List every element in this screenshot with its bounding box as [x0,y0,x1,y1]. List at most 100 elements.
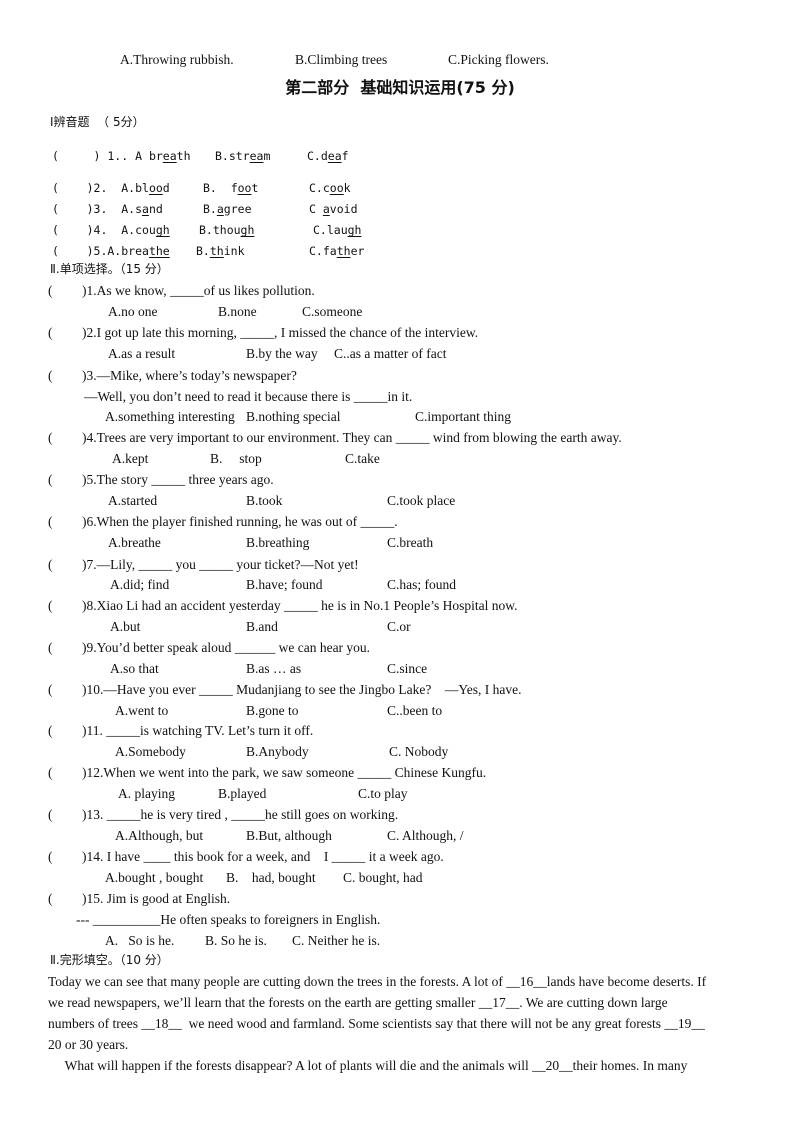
option-a: A.Somebody [115,744,186,759]
option-b-text: B. f [203,181,238,195]
option-a-underlined: a [142,202,149,216]
answer-paren[interactable]: ( [48,283,53,299]
question-stem: )11. _____is watching TV. Let’s turn it … [82,723,314,738]
item-number: ( )4. A.cou [52,223,156,237]
cloze-blank[interactable]: __16__ [506,974,547,989]
option-a: A.breathe [108,535,161,550]
option-b: B.as … as [246,661,302,676]
cloze-line: What will happen if the forests disappea… [48,1058,688,1074]
answer-paren[interactable]: ( [48,723,53,739]
cloze-blank[interactable]: __18__ [141,1016,182,1031]
answer-paren[interactable]: ( [48,430,53,446]
cloze-line: we read newspapers, we’ll learn that the… [48,995,668,1011]
option-a-text: nd [148,202,163,216]
option-a: A. So is he. [105,933,175,948]
answer-paren[interactable]: ( [48,765,53,781]
section3-heading: Ⅱ.完形填空。（10 分） [50,953,169,967]
option-a: A. playing [118,786,175,801]
option-b-text: B.thou [199,223,241,237]
option-c: C..been to [387,703,443,718]
question-stem: )12.When we went into the park, we saw s… [82,765,487,780]
question-stem: )6.When the player finished running, he … [82,514,398,529]
answer-paren[interactable]: ( [48,598,53,614]
cloze-text: we need wood and farmland. Some scientis… [181,1016,665,1031]
answer-paren[interactable]: ( [48,640,53,656]
option-c-text: C.d [307,149,328,163]
phonetics-option-c: C.father [309,243,364,259]
option-b: B. had, bought [226,870,316,885]
cloze-text: Today we can see that many people are cu… [48,974,507,989]
phonetics-option-b: B.agree [203,201,252,217]
question-stem: )9.You’d better speak aloud ______ we ca… [82,640,371,655]
option-a: A.so that [110,661,159,676]
option-c: C.since [387,661,428,676]
answer-paren[interactable]: ( [48,368,53,384]
prev-option-a: A.Throwing rubbish. [120,52,234,67]
option-c-text: k [343,181,351,195]
option-b-underlined: ea [249,149,264,163]
answer-paren[interactable]: ( [48,807,53,823]
option-b-text: t [251,181,259,195]
phonetics-prefix: ( )5.A.breathe [52,243,170,259]
option-c: C.take [345,451,380,466]
option-b: B.breathing [246,535,310,550]
phonetics-option-c: C avoid [309,201,358,217]
option-b: B.and [246,619,278,634]
option-c: C. Neither he is. [292,933,381,948]
question-stem: )15. Jim is good at English. [82,891,231,906]
option-a-text: br [148,149,163,163]
option-a: A.kept [112,451,149,466]
cloze-line: numbers of trees __18__ we need wood and… [48,1016,705,1032]
option-c-underlined: oo [329,181,344,195]
question-stem: )2.I got up late this morning, _____, I … [82,325,479,340]
phonetics-option-c: C.deaf [307,148,349,164]
cloze-blank[interactable]: __17__ [479,995,520,1010]
section1-heading: Ⅰ辨音题 （ 5分） [50,115,145,129]
question-stem-line2: --- __________He often speaks to foreign… [76,912,381,927]
option-b-underlined: th [209,244,224,258]
section2-heading: Ⅱ.单项选择。（15 分） [50,262,169,276]
phonetics-prefix: ( )3. A.sand [52,201,163,217]
part-title: 第二部分 基础知识运用(75 分) [285,78,515,97]
item-number: ( ) 1.. A [52,149,149,163]
option-b-text: ink [223,244,245,258]
cloze-text: . We are cutting down large [519,995,668,1010]
answer-paren[interactable]: ( [48,557,53,573]
option-b: B.by the way [246,346,318,361]
answer-paren[interactable]: ( [48,514,53,530]
question-stem: )1.As we know, _____of us likes pollutio… [82,283,315,298]
question-stem: )7.—Lily, _____ you _____ your ticket?—N… [82,557,359,572]
option-a: A.bought , bought [105,870,204,885]
option-a-underlined: gh [155,223,170,237]
item-number: ( )5.A.brea [52,244,149,258]
option-a: A.but [110,619,141,634]
option-b: B.none [218,304,257,319]
phonetics-prefix: ( ) 1.. A breath [52,148,191,164]
option-a: A.went to [115,703,169,718]
option-c-underlined: th [336,244,351,258]
answer-paren[interactable]: ( [48,849,53,865]
option-a: A.Although, but [115,828,204,843]
question-stem: )10.—Have you ever _____ Mudanjiang to s… [82,682,522,697]
option-b: B. stop [210,451,262,466]
answer-paren[interactable]: ( [48,682,53,698]
answer-paren[interactable]: ( [48,472,53,488]
option-c-text: C [309,202,323,216]
cloze-blank[interactable]: __19__ [664,1016,705,1031]
option-b-text: m [263,149,271,163]
answer-paren[interactable]: ( [48,325,53,341]
option-c-text: C.c [309,181,330,195]
option-a-underlined: the [148,244,170,258]
option-c-text: void [329,202,358,216]
option-b: B.took [246,493,283,508]
option-b: B.have; found [246,577,323,592]
option-c: C.someone [302,304,363,319]
option-c: C.important thing [415,409,511,424]
answer-paren[interactable]: ( [48,891,53,907]
prev-option-c: C.Picking flowers. [448,52,549,67]
option-c: C..as a matter of fact [334,346,447,361]
option-c: C.to play [358,786,408,801]
question-stem: )4.Trees are very important to our envir… [82,430,622,445]
cloze-blank[interactable]: __20__ [532,1058,573,1073]
option-a: A.started [108,493,158,508]
